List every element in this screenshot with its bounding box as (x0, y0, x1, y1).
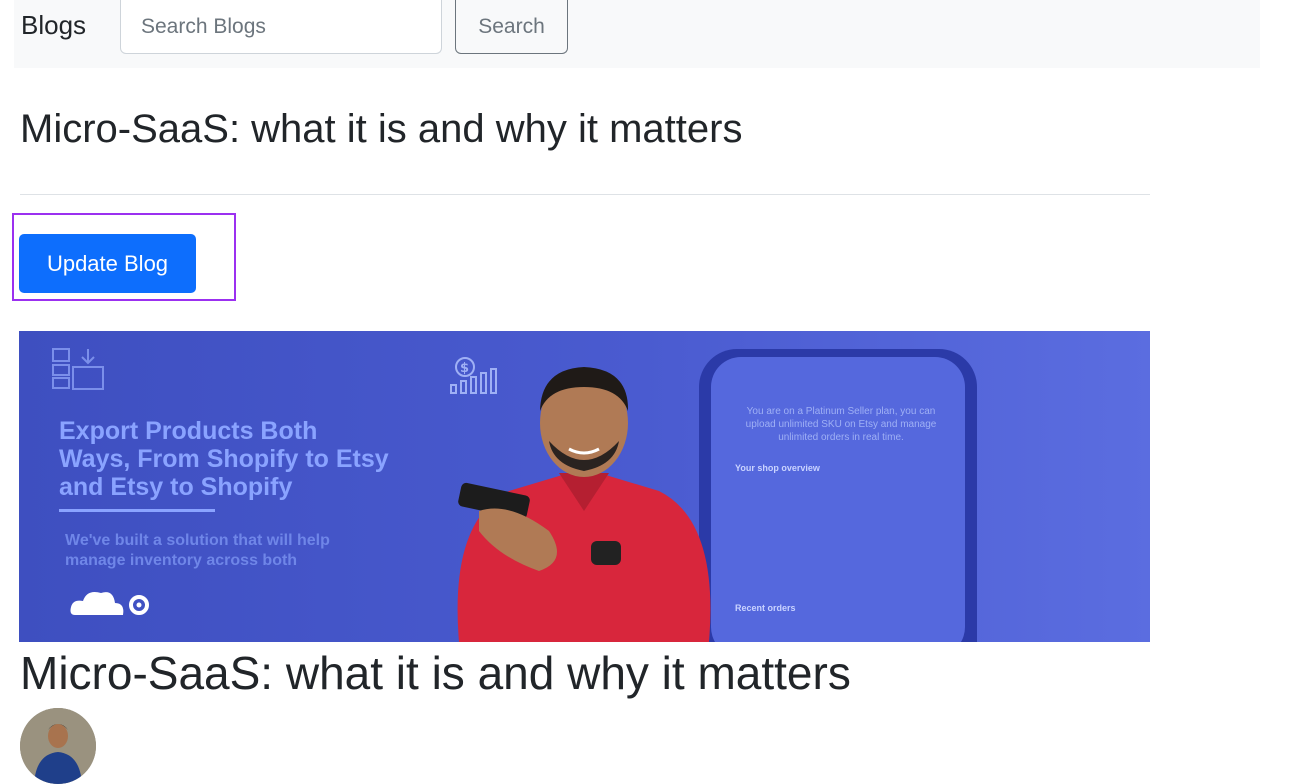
hero-subline: We've built a solution that will help ma… (65, 531, 330, 571)
person-illustration (457, 367, 711, 642)
phone-screen (711, 357, 965, 642)
hero-headline: Export Products Both Ways, From Shopify … (59, 417, 389, 501)
hero-subline-line-2: manage inventory across both (65, 552, 298, 569)
hero-headline-line-1: Export Products Both (59, 417, 318, 445)
hero-subline-line-1: We've built a solution that will help (65, 532, 330, 549)
blog-cover-image: $ Export Products Both Ways, From Shopif… (19, 331, 1150, 642)
inventory-icon (52, 348, 104, 390)
hero-headline-line-3: and Etsy to Shopify (59, 473, 293, 501)
author-avatar-image (20, 708, 96, 784)
navbar-brand[interactable]: Blogs (21, 10, 86, 41)
hero-rule (59, 509, 215, 512)
phone-plan-text: You are on a Platinum Seller plan, you c… (745, 406, 937, 443)
update-blog-button[interactable]: Update Blog (19, 234, 196, 293)
navbar: Blogs Search (14, 0, 1260, 68)
cloud-gear-icon (70, 592, 149, 615)
hero-headline-line-2: Ways, From Shopify to Etsy (59, 445, 389, 473)
search-button[interactable]: Search (455, 0, 568, 54)
divider (20, 194, 1150, 195)
page-title: Micro-SaaS: what it is and why it matter… (20, 107, 743, 151)
blog-title: Micro-SaaS: what it is and why it matter… (20, 647, 851, 699)
author-avatar[interactable] (20, 708, 96, 784)
search-input[interactable] (120, 0, 442, 54)
